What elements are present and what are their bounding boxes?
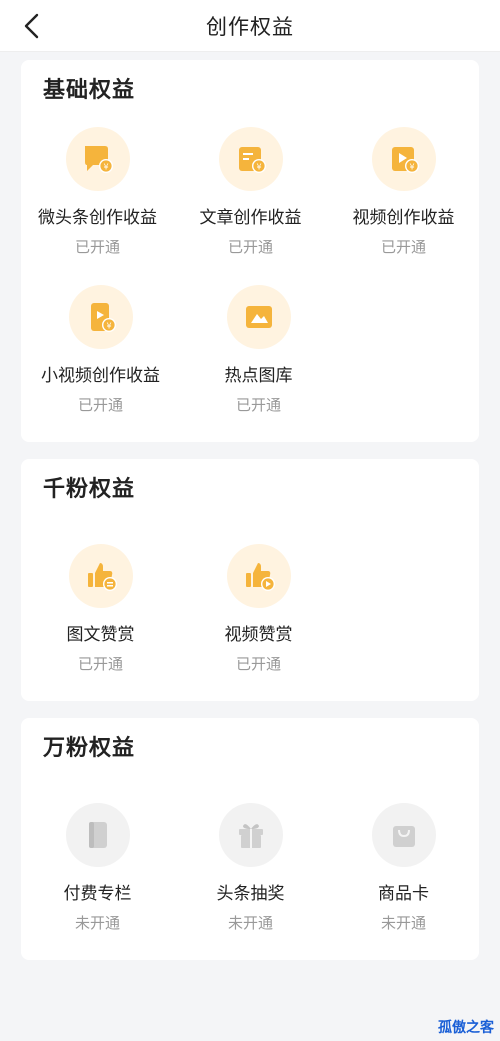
benefit-label: 图文赞赏 <box>66 625 135 645</box>
status-badge: 已开通 <box>235 655 281 673</box>
basic-benefits-card: 基础权益 ¥ 微头条创作收益 已开通 ¥ 文章创作收益 已开通 ¥ 视频创作收益… <box>21 60 479 442</box>
svg-text:¥: ¥ <box>106 322 111 331</box>
section-title: 千粉权益 <box>43 477 136 502</box>
svg-text:¥: ¥ <box>409 163 414 172</box>
svg-text:¥: ¥ <box>256 163 261 172</box>
benefit-label: 视频创作收益 <box>352 208 455 228</box>
benefit-label: 微头条创作收益 <box>38 208 157 228</box>
status-badge: 已开通 <box>227 238 273 256</box>
status-badge: 已开通 <box>380 238 426 256</box>
chat-bubble-yuan-icon: ¥ <box>65 127 130 191</box>
benefit-label: 付费专栏 <box>63 884 132 904</box>
benefit-video-tip[interactable]: 视频赞赏 已开通 <box>182 544 335 674</box>
benefit-hot-gallery[interactable]: 热点图库 已开通 <box>182 285 335 415</box>
back-button[interactable] <box>14 8 50 44</box>
status-badge: 未开通 <box>380 914 426 932</box>
thousand-fans-benefits-card: 千粉权益 图文赞赏 已开通 视频赞赏 已开通 <box>21 459 479 701</box>
svg-text:¥: ¥ <box>103 163 108 172</box>
status-badge: 已开通 <box>74 238 120 256</box>
thumbs-up-video-icon <box>226 544 291 608</box>
book-icon <box>65 803 130 867</box>
benefit-weitoutiao-income[interactable]: ¥ 微头条创作收益 已开通 <box>21 127 174 257</box>
benefit-product-card[interactable]: 商品卡 未开通 <box>327 803 480 933</box>
status-badge: 未开通 <box>74 914 120 932</box>
benefit-article-income[interactable]: ¥ 文章创作收益 已开通 <box>174 127 327 257</box>
chevron-left-icon <box>24 13 39 39</box>
benefit-short-video-income[interactable]: ¥ 小视频创作收益 已开通 <box>24 285 177 415</box>
benefit-label: 小视频创作收益 <box>41 366 160 386</box>
status-badge: 已开通 <box>77 655 123 673</box>
shopping-bag-icon <box>371 803 436 867</box>
benefit-article-tip[interactable]: 图文赞赏 已开通 <box>24 544 177 674</box>
benefit-label: 视频赞赏 <box>224 625 293 645</box>
gift-box-icon <box>218 803 283 867</box>
section-title: 万粉权益 <box>43 736 136 761</box>
video-yuan-icon: ¥ <box>371 127 436 191</box>
benefit-label: 热点图库 <box>224 366 293 386</box>
benefit-label: 商品卡 <box>378 884 429 904</box>
benefit-toutiao-lottery[interactable]: 头条抽奖 未开通 <box>174 803 327 933</box>
ten-thousand-fans-benefits-card: 万粉权益 付费专栏 未开通 头条抽奖 未开通 商品卡 未开通 <box>21 718 479 960</box>
thumbs-up-article-icon <box>68 544 133 608</box>
status-badge: 已开通 <box>77 396 123 414</box>
benefit-label: 文章创作收益 <box>199 208 302 228</box>
article-yuan-icon: ¥ <box>218 127 283 191</box>
short-video-yuan-icon: ¥ <box>68 285 133 349</box>
status-badge: 未开通 <box>227 914 273 932</box>
watermark: 孤傲之客 <box>438 1020 494 1036</box>
image-gallery-icon <box>226 285 291 349</box>
page-title: 创作权益 <box>206 14 294 39</box>
benefit-label: 头条抽奖 <box>216 884 285 904</box>
benefit-video-income[interactable]: ¥ 视频创作收益 已开通 <box>327 127 480 257</box>
status-badge: 已开通 <box>235 396 281 414</box>
top-bar: 创作权益 <box>0 0 500 52</box>
section-title: 基础权益 <box>43 78 136 103</box>
benefit-paid-column[interactable]: 付费专栏 未开通 <box>21 803 174 933</box>
